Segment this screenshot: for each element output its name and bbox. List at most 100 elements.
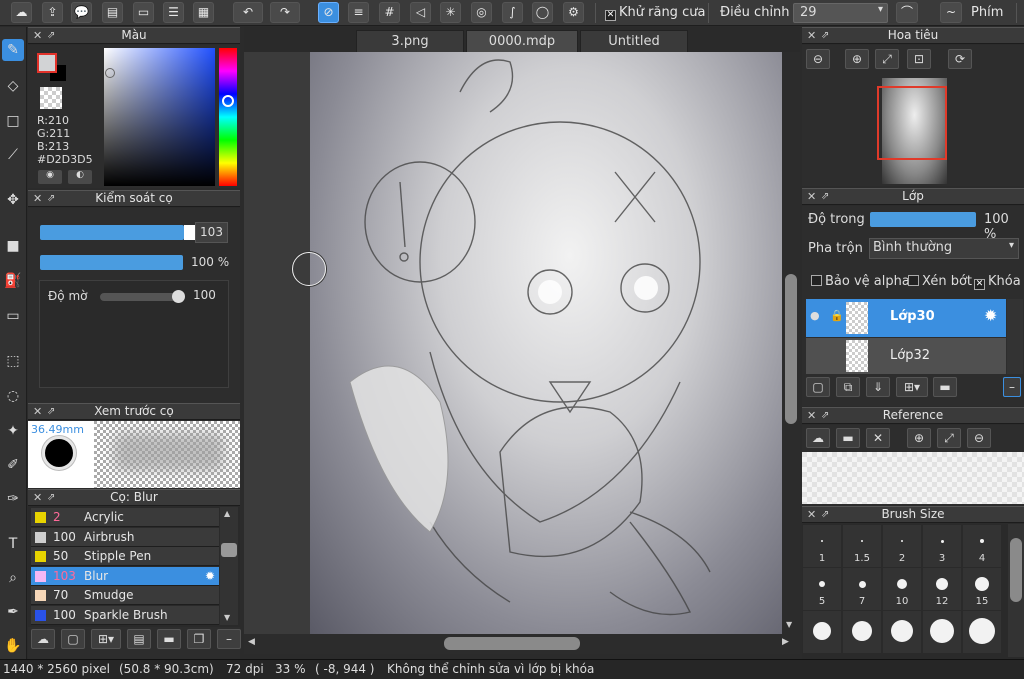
merge-layer-icon[interactable]: ⇓ — [866, 377, 890, 397]
brush-size-preset[interactable]: 12 — [923, 568, 961, 610]
brush-size-preset[interactable]: 15 — [963, 568, 1001, 610]
hand-tool-icon[interactable]: ✋ — [2, 635, 24, 657]
layers-scrollbar[interactable] — [1007, 299, 1023, 374]
stabilizer-icon[interactable]: ⌒ — [896, 2, 918, 23]
concentric-snap-icon[interactable]: ◎ — [471, 2, 492, 23]
fit-screen-icon[interactable]: ⤢ — [875, 49, 899, 69]
reference-fit-icon[interactable]: ⤢ — [937, 428, 961, 448]
reference-zoom-out-icon[interactable]: ⊖ — [967, 428, 991, 448]
brush-size-preset[interactable] — [963, 611, 1001, 653]
new-layer-icon[interactable]: ▢ — [806, 377, 830, 397]
tab-3png[interactable]: 3.png — [356, 30, 464, 52]
layer-folder-icon[interactable]: ▬ — [933, 377, 957, 397]
undock-icon[interactable]: ⇗ — [821, 28, 829, 43]
lock-toggle[interactable]: ✕ Khóa — [974, 274, 1021, 290]
undo-icon[interactable]: ↶ — [233, 2, 263, 23]
layer-opacity-slider[interactable] — [870, 212, 976, 227]
close-icon[interactable]: ✕ — [33, 404, 42, 419]
rect-select-tool-icon[interactable]: □ — [2, 110, 24, 132]
hue-slider[interactable] — [219, 48, 237, 186]
document-icon[interactable]: ▭ — [133, 2, 154, 23]
undock-icon[interactable]: ⇗ — [821, 408, 829, 423]
brush-settings-gear-icon[interactable]: ✹ — [205, 567, 215, 586]
reference-close-icon[interactable]: ✕ — [866, 428, 890, 448]
reference-canvas[interactable] — [802, 452, 1024, 504]
brush-list-scrollbar[interactable]: ▲ ▼ — [220, 507, 238, 625]
drawing-canvas[interactable] — [244, 52, 782, 634]
cloud-icon[interactable]: ☁ — [11, 2, 32, 23]
perspective-snap-icon[interactable]: ◁ — [410, 2, 431, 23]
line-tool-icon[interactable]: ⟋ — [2, 144, 24, 166]
radial-snap-icon[interactable]: ✳ — [440, 2, 461, 23]
brush-size-preset[interactable]: 1 — [803, 525, 841, 567]
brush-size-preset[interactable] — [843, 611, 881, 653]
blend-mode-select[interactable]: Bình thường ▾ — [869, 238, 1019, 259]
brush-size-preset[interactable]: 5 — [803, 568, 841, 610]
close-icon[interactable]: ✕ — [33, 490, 42, 505]
undock-icon[interactable]: ⇗ — [821, 507, 829, 522]
undock-icon[interactable]: ⇗ — [47, 28, 55, 43]
brush-size-preset[interactable]: 10 — [883, 568, 921, 610]
reference-cloud-icon[interactable]: ☁ — [806, 428, 830, 448]
new-brush-icon[interactable]: ▢ — [61, 629, 85, 649]
undock-icon[interactable]: ⇗ — [47, 191, 55, 206]
zoom-tool-icon[interactable]: ⌕ — [2, 567, 24, 589]
close-icon[interactable]: ✕ — [807, 189, 816, 204]
clipping-toggle[interactable]: Xén bớt — [908, 274, 972, 289]
adjust-select[interactable]: 29 ▾ — [793, 3, 888, 23]
brush-cloud-icon[interactable]: ☁ — [31, 629, 55, 649]
brush-more-icon[interactable]: – — [217, 629, 241, 649]
close-icon[interactable]: ✕ — [807, 507, 816, 522]
brush-size-preset[interactable]: 4 — [963, 525, 1001, 567]
brush-size-value[interactable]: 103 — [195, 222, 228, 243]
tab-untitled[interactable]: Untitled — [580, 30, 688, 52]
fill-rect-tool-icon[interactable]: ■ — [2, 235, 24, 257]
magic-wand-tool-icon[interactable]: ✦ — [2, 420, 24, 442]
brush-list-item[interactable]: 100 Sparkle Brush — [31, 605, 219, 625]
text-tool-icon[interactable]: T — [2, 533, 24, 555]
brush-opacity-slider[interactable] — [40, 255, 183, 270]
layer-more-icon[interactable]: – — [1003, 377, 1021, 397]
brush-size-preset[interactable] — [883, 611, 921, 653]
transparent-swatch[interactable] — [40, 87, 62, 109]
message-icon[interactable]: ▤ — [102, 2, 123, 23]
parallel-snap-icon[interactable]: ≡ — [348, 2, 369, 23]
eyedropper-icon[interactable]: ◐ — [68, 170, 92, 184]
lasso-tool-icon[interactable]: ◌ — [2, 385, 24, 407]
bucket-tool-icon[interactable]: ⛽ — [2, 270, 24, 292]
grid-snap-icon[interactable]: # — [379, 2, 400, 23]
close-icon[interactable]: ✕ — [807, 28, 816, 43]
blur-slider[interactable] — [100, 290, 185, 303]
tab-0000mdp[interactable]: 0000.mdp — [466, 30, 578, 52]
shortcut-label[interactable]: Phím — [971, 5, 1003, 20]
canvas-hscrollbar[interactable]: ◀ ▶ — [244, 634, 800, 654]
zoom-in-nav-icon[interactable]: ⊕ — [845, 49, 869, 69]
layer-row[interactable]: Lớp32 — [806, 338, 1006, 374]
stroke-icon[interactable]: ~ — [940, 2, 962, 23]
viewport-indicator[interactable] — [877, 86, 947, 160]
list-icon[interactable]: ☰ — [163, 2, 184, 23]
brush-size-preset[interactable]: 1.5 — [843, 525, 881, 567]
brush-size-scrollbar[interactable] — [1008, 524, 1024, 657]
brush-list-item[interactable]: 50 Stipple Pen — [31, 547, 219, 566]
protect-alpha-toggle[interactable]: Bảo vệ alpha — [811, 274, 910, 289]
close-icon[interactable]: ✕ — [33, 191, 42, 206]
close-icon[interactable]: ✕ — [807, 408, 816, 423]
undock-icon[interactable]: ⇗ — [821, 189, 829, 204]
brush-size-preset[interactable] — [923, 611, 961, 653]
brush-size-preset[interactable]: 2 — [883, 525, 921, 567]
undock-icon[interactable]: ⇗ — [47, 490, 55, 505]
eyedropper-tool-icon[interactable]: ✒ — [2, 601, 24, 623]
redo-icon[interactable]: ↷ — [270, 2, 300, 23]
brush-list-item[interactable]: 70 Smudge — [31, 586, 219, 605]
brush-size-slider[interactable] — [40, 225, 197, 240]
close-icon[interactable]: ✕ — [33, 28, 42, 43]
navigator-thumbnail[interactable] — [877, 78, 947, 184]
ellipse-snap-icon[interactable]: ◯ — [532, 2, 553, 23]
gradient-tool-icon[interactable]: ▭ — [2, 305, 24, 327]
brush-folder-icon[interactable]: ▬ — [157, 629, 181, 649]
layer-settings-icon[interactable]: ✹ — [984, 306, 997, 325]
layer-row[interactable]: ● 🔒 Lớp30 ✹ — [806, 299, 1006, 337]
curve-snap-icon[interactable]: ∫ — [502, 2, 523, 23]
brush-list-item[interactable]: 100 Airbrush — [31, 527, 219, 547]
